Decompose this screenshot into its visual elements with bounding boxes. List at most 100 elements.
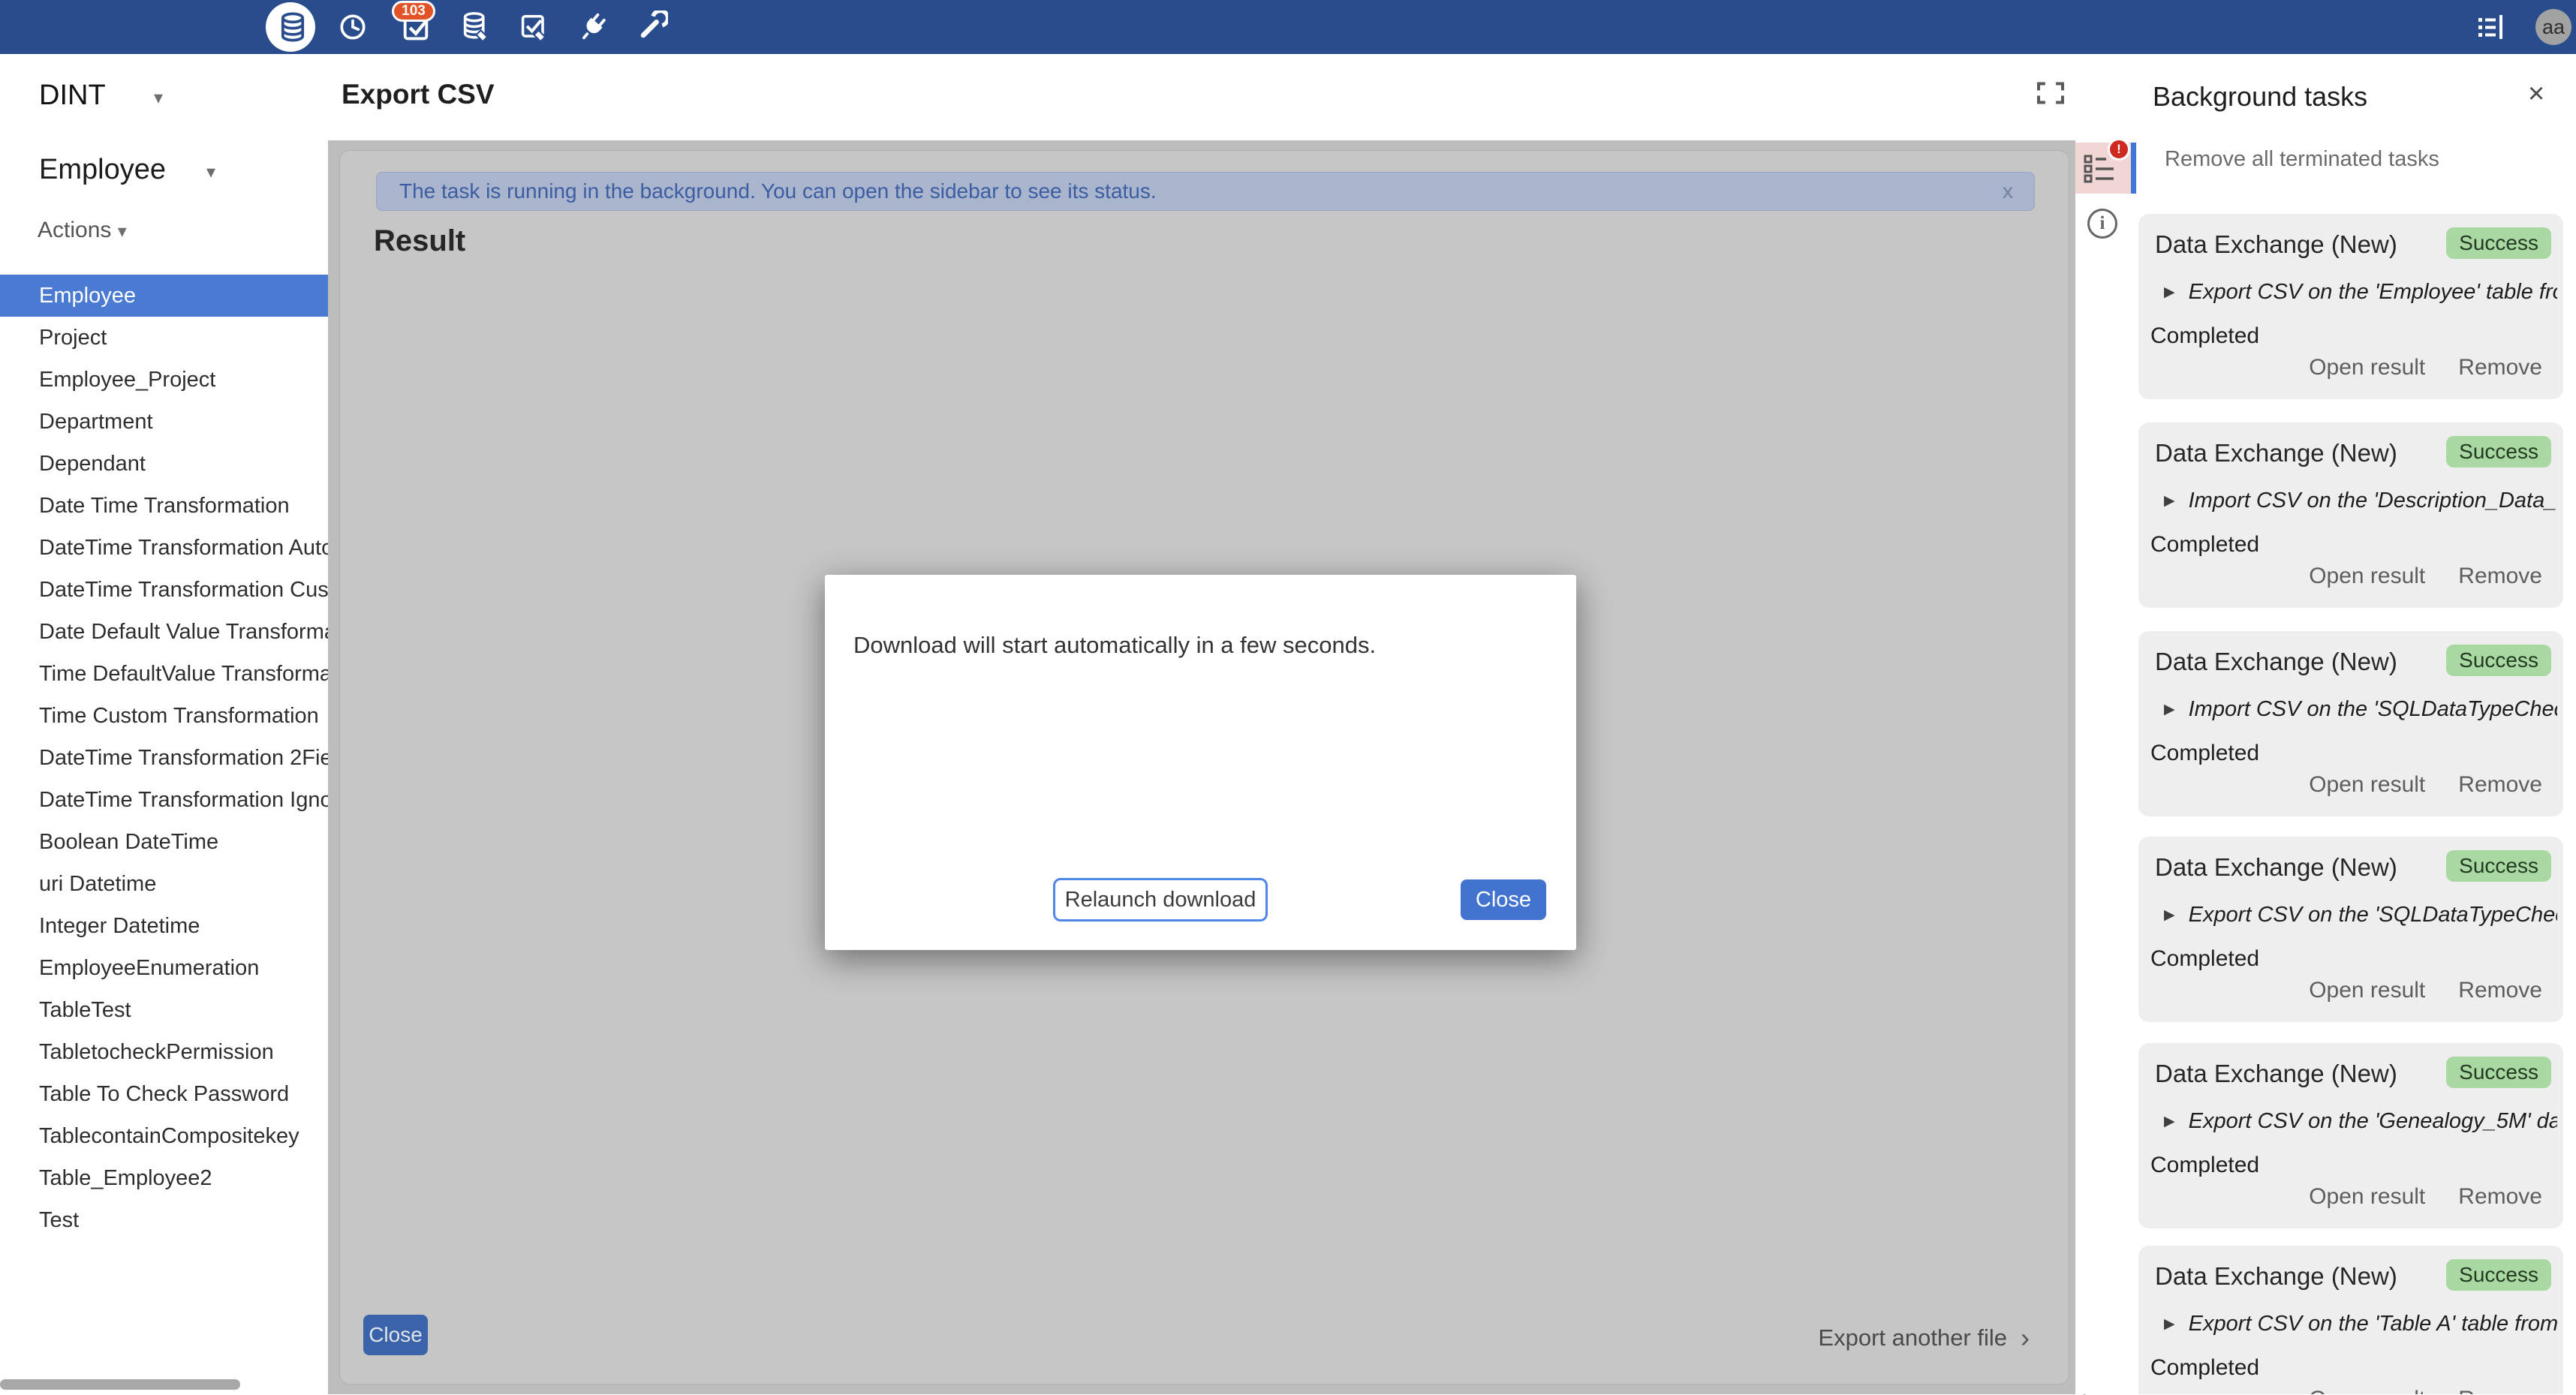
workspace-dropdown[interactable]: DINT bbox=[39, 80, 106, 112]
data-edit-nav-icon[interactable] bbox=[456, 6, 498, 48]
disclosure-icon[interactable]: ▶ bbox=[2164, 1315, 2175, 1333]
settings-nav-icon[interactable] bbox=[630, 6, 673, 48]
task-description: Export CSV on the 'SQLDataTypeChecki... bbox=[2189, 903, 2557, 927]
open-result-link[interactable]: Open result bbox=[2309, 355, 2425, 380]
sidebar-item[interactable]: DateTime Transformation Ignored bbox=[0, 779, 328, 821]
horizontal-scrollbar[interactable] bbox=[0, 1379, 240, 1390]
sidebar-item[interactable]: Table To Check Password bbox=[0, 1073, 328, 1115]
open-result-link[interactable]: Open result bbox=[2309, 1184, 2425, 1210]
main-header: Export CSV ? bbox=[328, 54, 2075, 140]
sidebar-item[interactable]: DateTime Transformation 2Fields bbox=[0, 737, 328, 779]
table-list: Employee Project Employee_Project Depart… bbox=[0, 275, 328, 1241]
fullscreen-button[interactable] bbox=[2036, 81, 2066, 105]
active-tab-indicator bbox=[2131, 143, 2136, 194]
sidebar-rail: ! i bbox=[2075, 54, 2136, 1394]
background-tasks-toggle[interactable] bbox=[2469, 6, 2511, 48]
open-result-link[interactable]: Open result bbox=[2309, 564, 2425, 589]
export-another-file-link[interactable]: Export another file › bbox=[1729, 1321, 2030, 1354]
disclosure-icon[interactable]: ▶ bbox=[2164, 701, 2175, 718]
notification-text: The task is running in the background. Y… bbox=[399, 179, 2003, 203]
task-title: Data Exchange (New) bbox=[2155, 1060, 2397, 1088]
sidebar-item[interactable]: Employee_Project bbox=[0, 359, 328, 401]
task-state: Completed bbox=[2150, 1355, 2259, 1381]
remove-link[interactable]: Remove bbox=[2458, 978, 2542, 1003]
sidebar-item[interactable]: TableTest bbox=[0, 989, 328, 1031]
info-icon[interactable]: i bbox=[2087, 209, 2117, 239]
task-description: Import CSV on the 'Description_Data_1... bbox=[2189, 489, 2557, 513]
remove-link[interactable]: Remove bbox=[2458, 1387, 2542, 1394]
status-badge: Success bbox=[2446, 227, 2551, 259]
sidebar-item[interactable]: Time Custom Transformation bbox=[0, 695, 328, 737]
actions-label: Actions bbox=[38, 218, 111, 242]
database-nav-icon[interactable] bbox=[272, 6, 314, 48]
sidebar-item[interactable]: Boolean DateTime bbox=[0, 821, 328, 863]
sidebar-item-employee[interactable]: Employee bbox=[0, 275, 328, 317]
disclosure-icon[interactable]: ▶ bbox=[2164, 1113, 2175, 1130]
actions-menu[interactable]: Actions ▾ bbox=[38, 218, 127, 243]
task-card: Data Exchange (New) Success ▶Export CSV … bbox=[2138, 837, 2563, 1022]
remove-all-terminated-button[interactable]: Remove all terminated tasks bbox=[2165, 147, 2439, 172]
task-state: Completed bbox=[2150, 946, 2259, 972]
sidebar-item[interactable]: Time DefaultValue Transformation bbox=[0, 653, 328, 695]
sidebar-item[interactable]: Date Default Value Transformation bbox=[0, 611, 328, 653]
sidebar-item[interactable]: DateTime Transformation Automatic bbox=[0, 527, 328, 569]
entity-dropdown[interactable]: Employee bbox=[39, 154, 166, 186]
notification-close-icon[interactable]: x bbox=[2003, 179, 2013, 203]
clock-icon bbox=[337, 11, 369, 43]
sidebar-item[interactable]: Table_Employee2 bbox=[0, 1157, 328, 1199]
export-another-label: Export another file bbox=[1818, 1324, 2007, 1351]
open-result-link[interactable]: Open result bbox=[2309, 772, 2425, 798]
sidebar-item[interactable]: TabletocheckPermission bbox=[0, 1031, 328, 1073]
sidebar-item[interactable]: Project bbox=[0, 317, 328, 359]
history-nav-icon[interactable] bbox=[332, 6, 374, 48]
task-state: Completed bbox=[2150, 741, 2259, 766]
checkbox-edit-icon bbox=[518, 11, 551, 44]
plug-icon bbox=[576, 11, 609, 44]
relaunch-download-button[interactable]: Relaunch download bbox=[1053, 878, 1268, 921]
task-state: Completed bbox=[2150, 532, 2259, 558]
task-state: Completed bbox=[2150, 1153, 2259, 1178]
task-title: Data Exchange (New) bbox=[2155, 648, 2397, 676]
open-result-link[interactable]: Open result bbox=[2309, 978, 2425, 1003]
sidebar-item[interactable]: Department bbox=[0, 401, 328, 443]
sidebar-item[interactable]: Test bbox=[0, 1199, 328, 1241]
task-edit-nav-icon[interactable] bbox=[513, 6, 555, 48]
sidebar-item[interactable]: Date Time Transformation bbox=[0, 485, 328, 527]
sidebar-item[interactable]: uri Datetime bbox=[0, 863, 328, 905]
background-task-notification: The task is running in the background. Y… bbox=[376, 172, 2035, 211]
disclosure-icon[interactable]: ▶ bbox=[2164, 492, 2175, 510]
sidebar-item[interactable]: Integer Datetime bbox=[0, 905, 328, 947]
chevron-down-icon: ▾ bbox=[118, 221, 127, 242]
modal-close-button[interactable]: Close bbox=[1461, 879, 1546, 920]
database-edit-icon bbox=[460, 11, 493, 44]
task-card: Data Exchange (New) Success ▶Import CSV … bbox=[2138, 631, 2563, 816]
status-badge: Success bbox=[2446, 645, 2551, 676]
sidebar-item[interactable]: DateTime Transformation Custom bbox=[0, 569, 328, 611]
status-badge: Success bbox=[2446, 850, 2551, 882]
remove-link[interactable]: Remove bbox=[2458, 772, 2542, 798]
task-description: Export CSV on the 'Employee' table fro..… bbox=[2189, 280, 2557, 305]
avatar[interactable]: aa bbox=[2535, 9, 2571, 45]
task-title: Data Exchange (New) bbox=[2155, 439, 2397, 468]
task-card: Data Exchange (New) Success ▶Export CSV … bbox=[2138, 214, 2563, 399]
close-page-button[interactable]: Close bbox=[363, 1315, 428, 1355]
status-badge: Success bbox=[2446, 1057, 2551, 1088]
remove-link[interactable]: Remove bbox=[2458, 1184, 2542, 1210]
status-badge: Success bbox=[2446, 436, 2551, 468]
task-description: Export CSV on the 'Table A' table from t… bbox=[2189, 1312, 2557, 1336]
remove-link[interactable]: Remove bbox=[2458, 355, 2542, 380]
wrench-icon bbox=[635, 11, 668, 44]
download-message: Download will start automatically in a f… bbox=[853, 632, 1376, 659]
connections-nav-icon[interactable] bbox=[572, 6, 614, 48]
result-heading: Result bbox=[374, 224, 465, 258]
background-tasks-panel: Background tasks × Remove all terminated… bbox=[2136, 54, 2576, 1394]
open-result-link[interactable]: Open result bbox=[2309, 1387, 2425, 1394]
disclosure-icon[interactable]: ▶ bbox=[2164, 284, 2175, 301]
task-state: Completed bbox=[2150, 323, 2259, 349]
sidebar-item[interactable]: TablecontainCompositekey bbox=[0, 1115, 328, 1157]
sidebar-item[interactable]: EmployeeEnumeration bbox=[0, 947, 328, 989]
close-panel-icon[interactable]: × bbox=[2528, 78, 2544, 110]
remove-link[interactable]: Remove bbox=[2458, 564, 2542, 589]
disclosure-icon[interactable]: ▶ bbox=[2164, 906, 2175, 924]
sidebar-item[interactable]: Dependant bbox=[0, 443, 328, 485]
